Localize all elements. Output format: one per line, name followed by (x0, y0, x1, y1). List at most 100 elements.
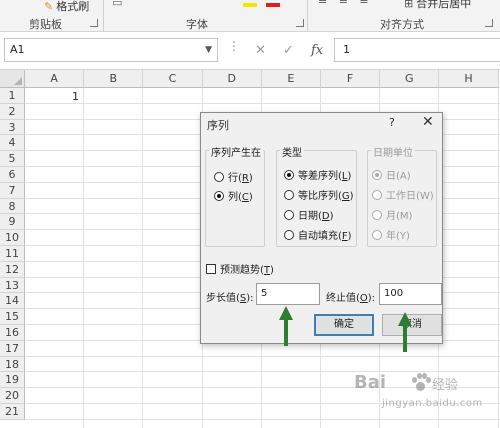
merge-label: 合并后居中 (416, 0, 472, 10)
row-header-15[interactable]: 15 (0, 309, 25, 325)
row-header-10[interactable]: 10 (0, 230, 25, 246)
column-header-e[interactable]: E (261, 70, 321, 88)
row-header-2[interactable]: 2 (0, 103, 25, 120)
radio-year-label: 年(Y) (386, 231, 410, 242)
radio-autofill-button[interactable] (284, 229, 294, 240)
format-painter-button[interactable]: ✎ 格式刷 (44, 0, 89, 14)
highlight-color-icon[interactable] (243, 0, 257, 7)
radio-year: 年(Y) (372, 227, 410, 242)
border-icon[interactable]: ▭ (112, 0, 122, 9)
radio-growth-button[interactable] (284, 189, 294, 200)
column-header-b[interactable]: B (84, 70, 144, 88)
merge-icon: ⊞ (404, 0, 414, 10)
row-header-12[interactable]: 12 (0, 261, 25, 278)
radio-rows-button[interactable] (214, 171, 224, 182)
cell-a1[interactable]: 1 (26, 89, 83, 104)
confirm-entry-icon[interactable]: ✓ (283, 43, 294, 58)
radio-date-label: 日期(D) (298, 211, 334, 222)
watermark: Bai 经验 jingyan.baidu.com (354, 372, 494, 420)
formula-value: 1 (343, 43, 350, 56)
select-all-button[interactable] (0, 70, 25, 88)
column-header-d[interactable]: D (202, 70, 262, 88)
align-left-icon[interactable]: ≡ ≡ ≡ (318, 0, 373, 7)
gridline-horizontal (25, 355, 500, 357)
annotation-arrow-up (398, 312, 412, 352)
radio-columns-button[interactable] (214, 190, 224, 201)
watermark-url: jingyan.baidu.com (382, 398, 483, 409)
step-value-label: 步长值(S): (206, 293, 254, 304)
radio-autofill[interactable]: 自动填充(F) (284, 227, 352, 242)
help-icon[interactable]: ? (389, 116, 395, 129)
format-painter-label: 格式刷 (56, 0, 90, 13)
gridline-vertical (83, 88, 85, 428)
divider (103, 0, 104, 31)
radio-date-button[interactable] (284, 209, 294, 220)
radio-columns-label: 列(C) (228, 192, 253, 203)
row-header-9[interactable]: 9 (0, 214, 25, 231)
row-header-17[interactable]: 17 (0, 340, 25, 357)
radio-day: 日(A) (372, 167, 411, 182)
row-header-16[interactable]: 16 (0, 325, 25, 341)
row-header-1[interactable]: 1 (0, 88, 25, 104)
row-header-3[interactable]: 3 (0, 119, 25, 136)
radio-linear-label: 等差序列(L) (298, 171, 352, 182)
cancel-entry-icon[interactable]: ✕ (255, 43, 266, 58)
formula-input[interactable]: 1 (334, 38, 500, 62)
row-header-21[interactable]: 21 (0, 404, 25, 420)
annotation-arrow-up (279, 306, 293, 346)
font-color-icon[interactable] (266, 0, 280, 7)
chevron-down-icon[interactable]: ▼ (205, 39, 212, 61)
radio-month-label: 月(M) (386, 211, 413, 222)
alignment-group-label: 对齐方式 (380, 18, 424, 31)
type-legend: 类型 (280, 144, 304, 159)
row-header-11[interactable]: 11 (0, 246, 25, 262)
row-header-4[interactable]: 4 (0, 135, 25, 152)
ok-button[interactable]: 确定 (314, 314, 374, 336)
radio-month: 月(M) (372, 207, 412, 222)
row-header-13[interactable]: 13 (0, 277, 25, 294)
alignment-launcher-icon[interactable] (485, 19, 493, 27)
step-value-input[interactable]: 5 (256, 283, 320, 305)
stop-value-label: 终止值(O): (326, 293, 376, 304)
row-header-14[interactable]: 14 (0, 293, 25, 310)
row-header-7[interactable]: 7 (0, 182, 25, 199)
row-header-19[interactable]: 19 (0, 372, 25, 389)
font-group-label: 字体 (186, 18, 208, 31)
trend-checkbox[interactable]: 预测趋势(T) (206, 261, 274, 276)
column-header-c[interactable]: C (143, 70, 203, 88)
clipboard-launcher-icon[interactable] (90, 19, 98, 27)
row-header-8[interactable]: 8 (0, 198, 25, 215)
column-header-a[interactable]: A (25, 70, 85, 88)
radio-month-button (372, 209, 382, 220)
stop-value-input[interactable]: 100 (379, 283, 442, 305)
name-box[interactable]: A1 ▼ (4, 38, 218, 62)
radio-growth[interactable]: 等比序列(G) (284, 187, 354, 202)
column-header-g[interactable]: G (380, 70, 440, 88)
paw-icon (410, 372, 432, 394)
drag-handle-icon[interactable]: ⋮ (228, 40, 240, 52)
row-header-6[interactable]: 6 (0, 167, 25, 183)
radio-date[interactable]: 日期(D) (284, 207, 334, 222)
divider (307, 0, 308, 31)
cancel-button[interactable]: 取消 (382, 314, 442, 336)
series-in-legend: 序列产生在 (209, 144, 263, 159)
radio-columns[interactable]: 列(C) (214, 188, 253, 203)
column-header-f[interactable]: F (321, 70, 381, 88)
row-header-20[interactable]: 20 (0, 388, 25, 404)
insert-function-icon[interactable]: fx (311, 43, 323, 58)
column-header-h[interactable]: H (439, 70, 499, 88)
merge-center-button[interactable]: ⊞ 合并后居中 (404, 0, 471, 11)
formula-bar: A1 ▼ ⋮ ✕ ✓ fx 1 (0, 32, 500, 70)
radio-linear[interactable]: 等差序列(L) (284, 167, 351, 182)
watermark-brand: Bai (354, 372, 387, 393)
font-launcher-icon[interactable] (296, 19, 304, 27)
date-unit-legend: 日期单位 (371, 144, 415, 159)
row-header-18[interactable]: 18 (0, 356, 25, 373)
clipboard-group-label: 剪贴板 (29, 18, 62, 31)
row-header-5[interactable]: 5 (0, 151, 25, 167)
close-icon[interactable]: ✕ (422, 114, 434, 130)
trend-checkbox-box[interactable] (206, 263, 216, 274)
radio-rows[interactable]: 行(R) (214, 169, 253, 184)
radio-linear-button[interactable] (284, 169, 294, 180)
radio-rows-label: 行(R) (228, 173, 253, 184)
